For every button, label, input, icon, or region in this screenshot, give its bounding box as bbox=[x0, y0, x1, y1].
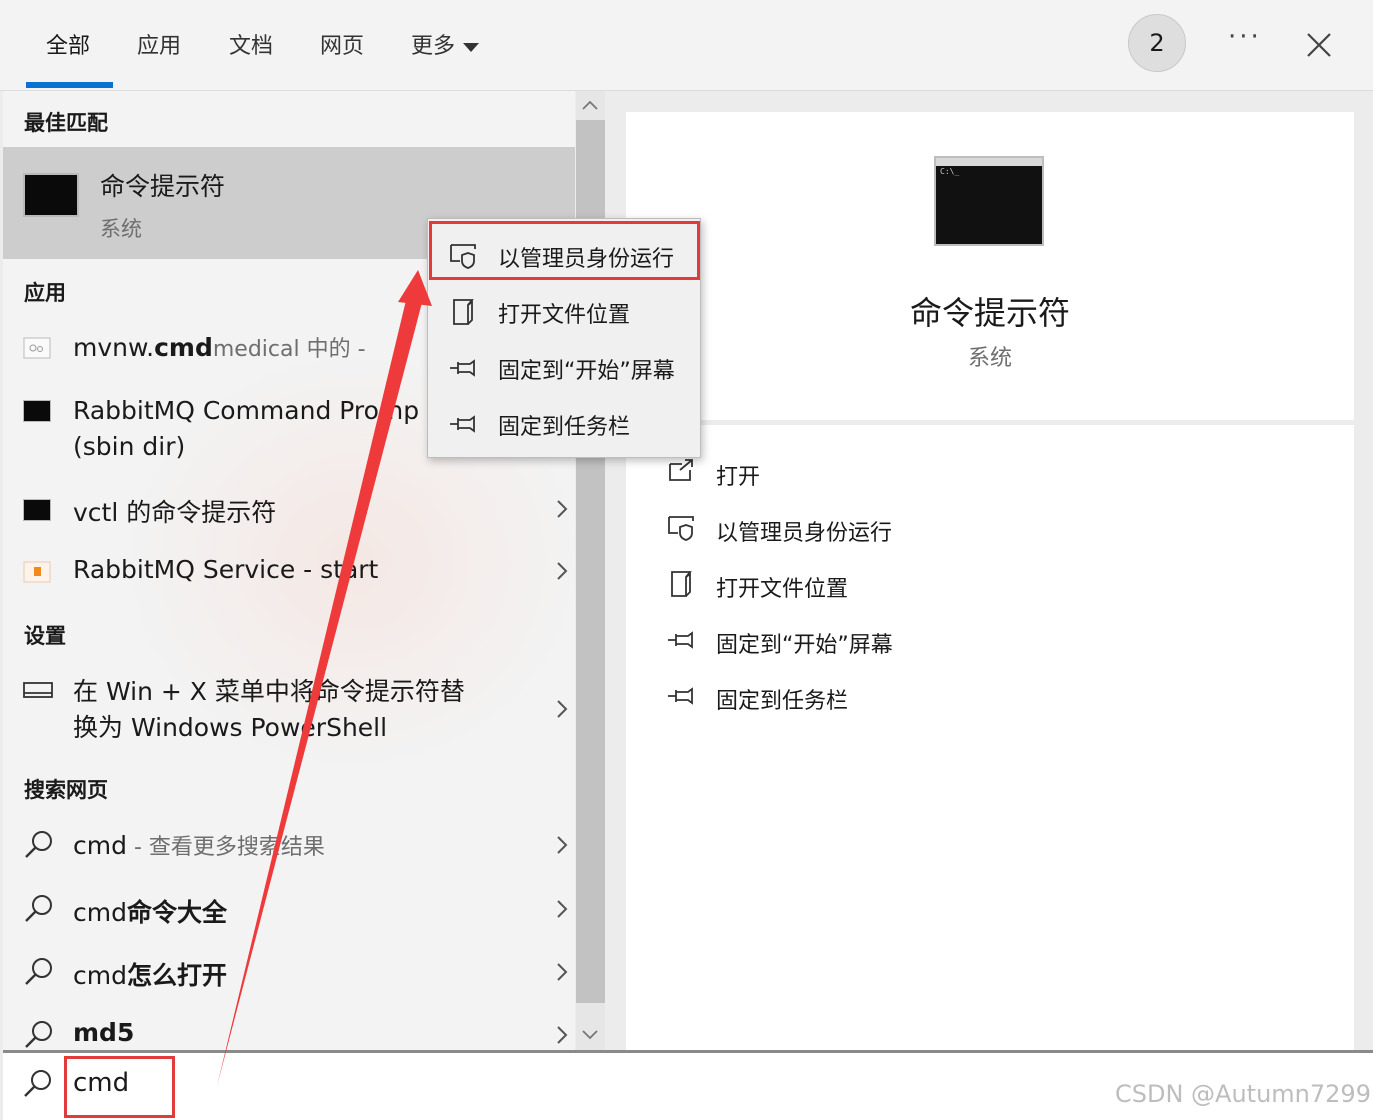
action-pin-to-taskbar[interactable]: 固定到任务栏 bbox=[716, 683, 848, 715]
taskbar-settings-icon bbox=[23, 682, 53, 698]
open-icon bbox=[669, 459, 693, 481]
context-open-file-location[interactable]: 打开文件位置 bbox=[498, 297, 630, 329]
shield-icon bbox=[668, 516, 694, 541]
tab-all[interactable]: 全部 bbox=[46, 28, 90, 60]
web-item-cmd-more[interactable]: cmd - 查看更多搜索结果 bbox=[73, 829, 325, 861]
context-menu: 以管理员身份运行 打开文件位置 固定到“开始”屏幕 固定到任务栏 bbox=[427, 218, 701, 458]
best-match-title: 命令提示符 bbox=[100, 172, 226, 201]
chevron-right-icon[interactable] bbox=[555, 962, 569, 982]
search-icon bbox=[25, 958, 52, 985]
caret-down-icon bbox=[463, 42, 480, 52]
cmd-app-icon bbox=[23, 499, 51, 521]
chevron-right-icon[interactable] bbox=[555, 1025, 569, 1045]
action-run-as-admin[interactable]: 以管理员身份运行 bbox=[716, 515, 892, 547]
pin-icon bbox=[668, 631, 693, 649]
search-icon bbox=[25, 1021, 52, 1048]
tab-apps[interactable]: 应用 bbox=[137, 28, 181, 60]
app-item-vctl[interactable]: vctl 的命令提示符 bbox=[73, 493, 276, 529]
app-item-mvnw[interactable]: mvnw.cmdmedical 中的 - bbox=[73, 331, 366, 363]
script-file-icon bbox=[23, 337, 51, 359]
web-item-query: cmd bbox=[73, 831, 127, 860]
section-apps: 应用 bbox=[24, 281, 66, 305]
chevron-right-icon[interactable] bbox=[555, 899, 569, 919]
chevron-right-icon[interactable] bbox=[555, 835, 569, 855]
web-item-suggestion: md5 bbox=[73, 1018, 135, 1047]
preview-subtitle: 系统 bbox=[967, 346, 1012, 371]
watermark: CSDN @Autumn7299 bbox=[1115, 1080, 1371, 1108]
best-match-subtitle: 系统 bbox=[100, 217, 142, 241]
search-icon bbox=[25, 831, 52, 858]
web-item-query: cmd bbox=[73, 961, 127, 990]
section-web-search: 搜索网页 bbox=[24, 778, 108, 802]
web-item-query: cmd bbox=[73, 898, 127, 927]
setting-item-winx-powershell[interactable]: 在 Win + X 菜单中将命令提示符替 换为 Windows PowerShe… bbox=[73, 674, 465, 746]
web-item-hint: - 查看更多搜索结果 bbox=[126, 835, 325, 860]
pin-icon bbox=[450, 415, 475, 433]
folder-location-icon bbox=[671, 571, 692, 597]
pin-icon bbox=[668, 687, 693, 705]
action-open-file-location[interactable]: 打开文件位置 bbox=[716, 571, 848, 603]
action-pin-to-start[interactable]: 固定到“开始”屏幕 bbox=[716, 627, 893, 659]
search-icon bbox=[24, 1070, 51, 1097]
tab-more-label: 更多 bbox=[411, 34, 456, 59]
rabbitmq-icon bbox=[23, 561, 51, 583]
app-item-mvnw-location: medical 中的 - bbox=[212, 337, 366, 362]
web-item-cmd-commands[interactable]: cmd命令大全 bbox=[73, 893, 227, 929]
cmd-app-icon bbox=[23, 400, 51, 422]
setting-item-line1: 在 Win + X 菜单中将命令提示符替 bbox=[73, 677, 465, 706]
app-item-mvnw-prefix: mvnw. bbox=[73, 333, 155, 362]
web-item-suggestion: 怎么打开 bbox=[126, 961, 227, 990]
pin-icon bbox=[450, 359, 475, 377]
cmd-preview-icon: C:\_ bbox=[934, 156, 1044, 246]
app-item-mvnw-match: cmd bbox=[154, 333, 213, 362]
close-icon[interactable] bbox=[1302, 28, 1336, 62]
context-pin-to-taskbar[interactable]: 固定到任务栏 bbox=[498, 409, 630, 441]
chevron-right-icon[interactable] bbox=[555, 699, 569, 719]
web-item-suggestion: 命令大全 bbox=[126, 898, 227, 927]
section-settings: 设置 bbox=[24, 624, 66, 648]
preview-title: 命令提示符 bbox=[909, 294, 1070, 332]
shield-icon bbox=[450, 244, 476, 269]
chevron-right-icon[interactable] bbox=[555, 499, 569, 519]
chevron-right-icon[interactable] bbox=[555, 561, 569, 581]
search-icon bbox=[25, 895, 52, 922]
app-item-rabbitmq-line1: RabbitMQ Command Promp bbox=[73, 396, 420, 425]
scroll-down-icon[interactable] bbox=[580, 1028, 600, 1042]
tab-documents[interactable]: 文档 bbox=[229, 28, 273, 60]
web-item-md5[interactable]: md5 bbox=[73, 1018, 134, 1047]
app-item-rabbitmq-service-start[interactable]: RabbitMQ Service - start bbox=[73, 555, 378, 584]
app-item-rabbitmq-command-prompt[interactable]: RabbitMQ Command Promp (sbin dir) bbox=[73, 393, 419, 465]
active-tab-indicator bbox=[26, 82, 113, 88]
context-pin-to-start[interactable]: 固定到“开始”屏幕 bbox=[498, 353, 675, 385]
section-best-match: 最佳匹配 bbox=[24, 111, 108, 135]
more-options-button[interactable]: ··· bbox=[1228, 22, 1262, 52]
setting-item-line2: 换为 Windows PowerShell bbox=[73, 713, 388, 742]
folder-location-icon bbox=[453, 299, 474, 325]
tab-more[interactable]: 更多 bbox=[411, 28, 480, 60]
web-item-cmd-howto-open[interactable]: cmd怎么打开 bbox=[73, 956, 227, 992]
app-item-rabbitmq-line2: (sbin dir) bbox=[73, 432, 186, 461]
context-run-as-admin[interactable]: 以管理员身份运行 bbox=[498, 241, 674, 273]
tab-web[interactable]: 网页 bbox=[320, 28, 364, 60]
cmd-app-icon bbox=[23, 173, 79, 217]
cmd-prompt-text: C:\_ bbox=[940, 167, 960, 176]
search-input[interactable]: cmd bbox=[73, 1068, 129, 1098]
scroll-up-icon[interactable] bbox=[580, 98, 600, 112]
action-open[interactable]: 打开 bbox=[716, 459, 760, 491]
rewards-badge[interactable]: 2 bbox=[1128, 14, 1186, 72]
